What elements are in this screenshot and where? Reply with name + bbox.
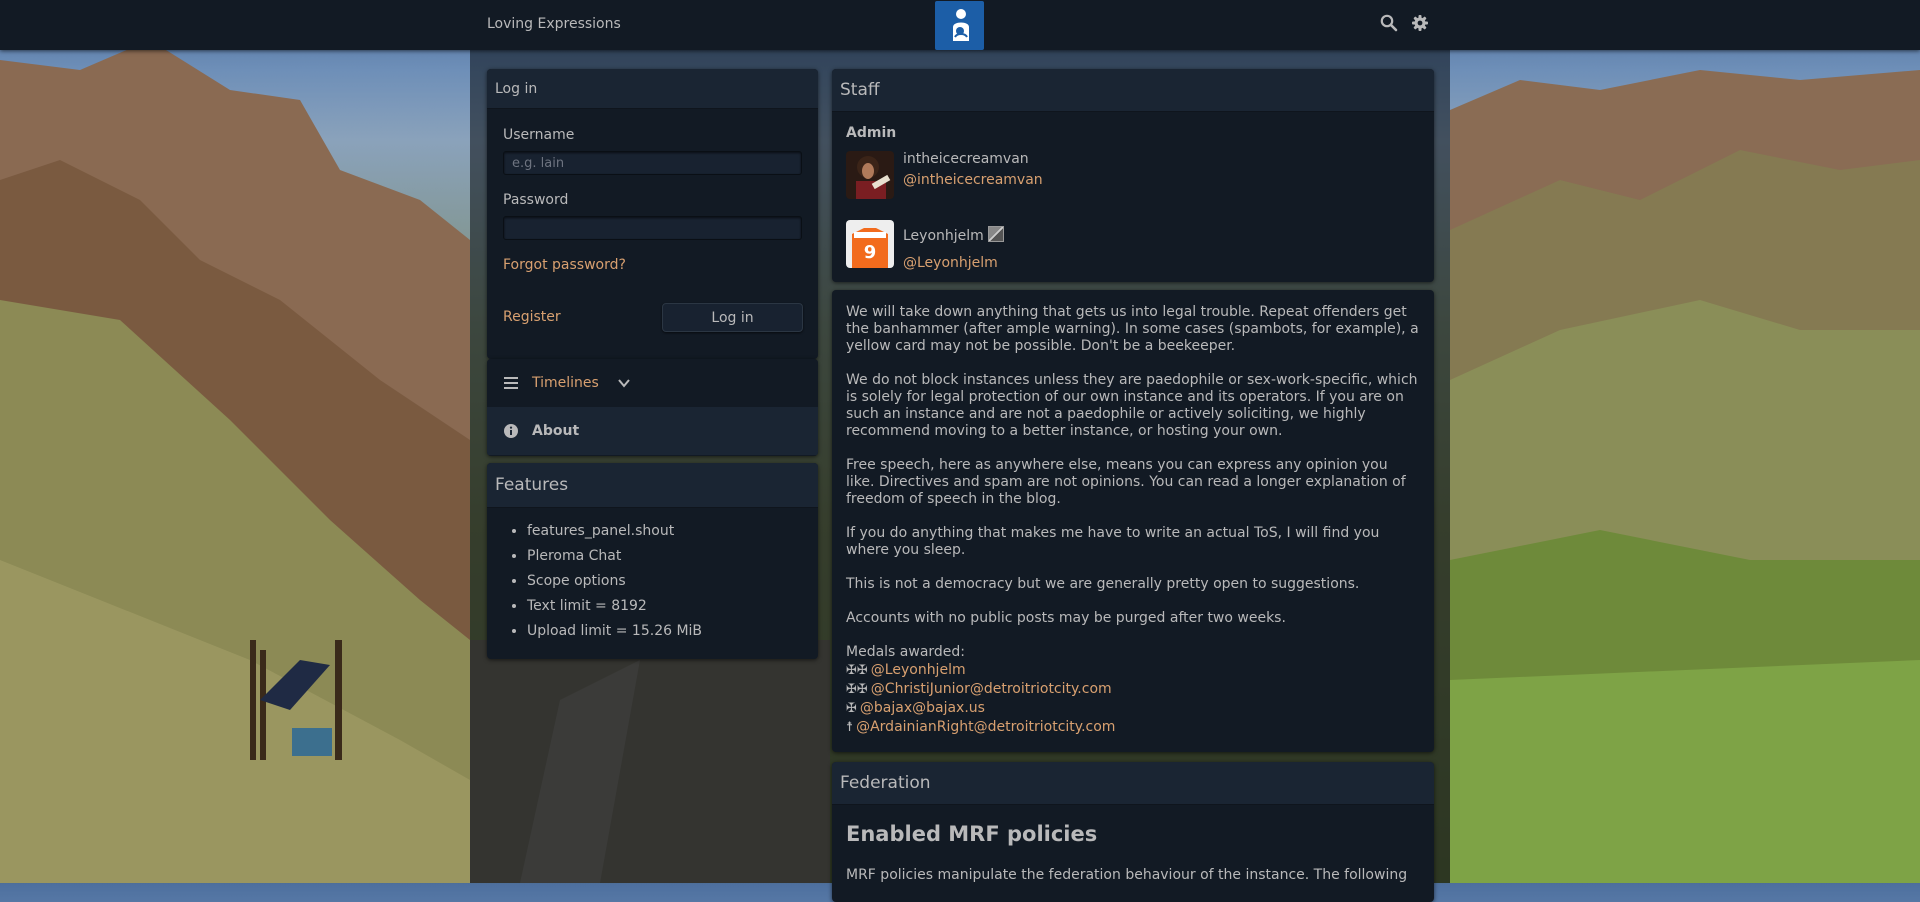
login-button[interactable]: Log in	[662, 303, 803, 332]
description-paragraph: We will take down anything that gets us …	[846, 304, 1419, 354]
login-panel: Log in Username Password Forgot password…	[487, 69, 818, 359]
instance-description-panel: We will take down anything that gets us …	[832, 290, 1434, 752]
parent-child-logo-icon[interactable]	[935, 1, 984, 50]
list-icon	[503, 375, 519, 391]
nav-item-timelines[interactable]: Timelines	[487, 359, 818, 407]
gear-icon[interactable]	[1411, 14, 1429, 32]
list-item: Pleroma Chat	[527, 546, 702, 571]
staff-name-row: Leyonhjelm	[903, 226, 1004, 244]
medal-icon: ✠✠	[846, 663, 868, 678]
nav-panel: Timelines About	[487, 359, 818, 456]
instance-description: We will take down anything that gets us …	[846, 304, 1420, 737]
medals-list: ✠✠ @Leyonhjelm ✠✠ @ChristiJunior@detroitri…	[846, 661, 1420, 737]
description-paragraph: If you do anything that makes me have to…	[846, 525, 1380, 558]
medal-handle-link[interactable]: @ArdainianRight@detroitriotcity.com	[856, 719, 1115, 735]
site-title[interactable]: Loving Expressions	[487, 16, 621, 32]
medals-heading: Medals awarded:	[846, 644, 966, 660]
nav-item-about[interactable]: About	[487, 407, 818, 455]
mrf-policies-text: MRF policies manipulate the federation b…	[846, 867, 1408, 883]
login-panel-title: Log in	[487, 69, 818, 109]
nav-item-timelines-label: Timelines	[532, 375, 599, 391]
chevron-down-icon[interactable]	[617, 376, 631, 390]
list-item: ✠✠ @ChristiJunior@detroitriotcity.com	[846, 680, 1420, 699]
avatar[interactable]: 9	[846, 220, 894, 268]
medal-handle-link[interactable]: @bajax@bajax.us	[860, 700, 985, 716]
medal-icon: ✠✠	[846, 682, 868, 697]
role-label: Admin	[846, 125, 897, 141]
register-link[interactable]: Register	[503, 309, 561, 325]
nav-item-about-label: About	[532, 423, 580, 439]
medal-icon: ✠	[846, 701, 857, 716]
staff-handle[interactable]: @intheicecreamvan	[903, 172, 1043, 188]
staff-title: Staff	[832, 69, 1434, 112]
svg-text:9: 9	[864, 242, 877, 263]
federation-title: Federation	[832, 762, 1434, 805]
medal-icon: ☨	[846, 720, 854, 735]
features-title: Features	[487, 463, 818, 508]
list-item: ✠✠ @Leyonhjelm	[846, 661, 1420, 680]
avatar[interactable]	[846, 151, 894, 199]
description-paragraph: Free speech, here as anywhere else, mean…	[846, 457, 1406, 507]
description-paragraph: This is not a democracy but we are gener…	[846, 576, 1360, 592]
mrf-policies-heading: Enabled MRF policies	[846, 822, 1098, 846]
features-list: features_panel.shout Pleroma Chat Scope …	[487, 521, 702, 646]
list-item: Text limit = 8192	[527, 596, 702, 621]
list-item: ✠ @bajax@bajax.us	[846, 699, 1420, 718]
info-icon	[503, 423, 519, 439]
staff-name[interactable]: Leyonhjelm	[903, 228, 984, 244]
staff-panel: Staff Admin intheicecreamvan @intheicecr…	[832, 69, 1434, 282]
list-item: ☨ @ArdainianRight@detroitriotcity.com	[846, 718, 1420, 737]
custom-emoji-icon	[987, 226, 1004, 242]
description-paragraph: Accounts with no public posts may be pur…	[846, 610, 1286, 626]
forgot-password-link[interactable]: Forgot password?	[503, 257, 626, 273]
password-field[interactable]	[503, 216, 802, 240]
list-item: Upload limit = 15.26 MiB	[527, 621, 702, 646]
top-bar: Loving Expressions	[0, 0, 1920, 50]
medal-handle-link[interactable]: @Leyonhjelm	[871, 662, 966, 678]
username-field[interactable]	[503, 151, 802, 175]
username-label: Username	[503, 127, 575, 143]
list-item: Scope options	[527, 571, 702, 596]
staff-handle[interactable]: @Leyonhjelm	[903, 255, 998, 271]
federation-panel: Federation Enabled MRF policies MRF poli…	[832, 762, 1434, 902]
list-item: features_panel.shout	[527, 521, 702, 546]
description-paragraph: We do not block instances unless they ar…	[846, 372, 1418, 439]
features-panel: Features features_panel.shout Pleroma Ch…	[487, 463, 818, 659]
medal-handle-link[interactable]: @ChristiJunior@detroitriotcity.com	[871, 681, 1112, 697]
password-label: Password	[503, 192, 569, 208]
search-icon[interactable]	[1380, 14, 1398, 32]
staff-name[interactable]: intheicecreamvan	[903, 151, 1029, 167]
